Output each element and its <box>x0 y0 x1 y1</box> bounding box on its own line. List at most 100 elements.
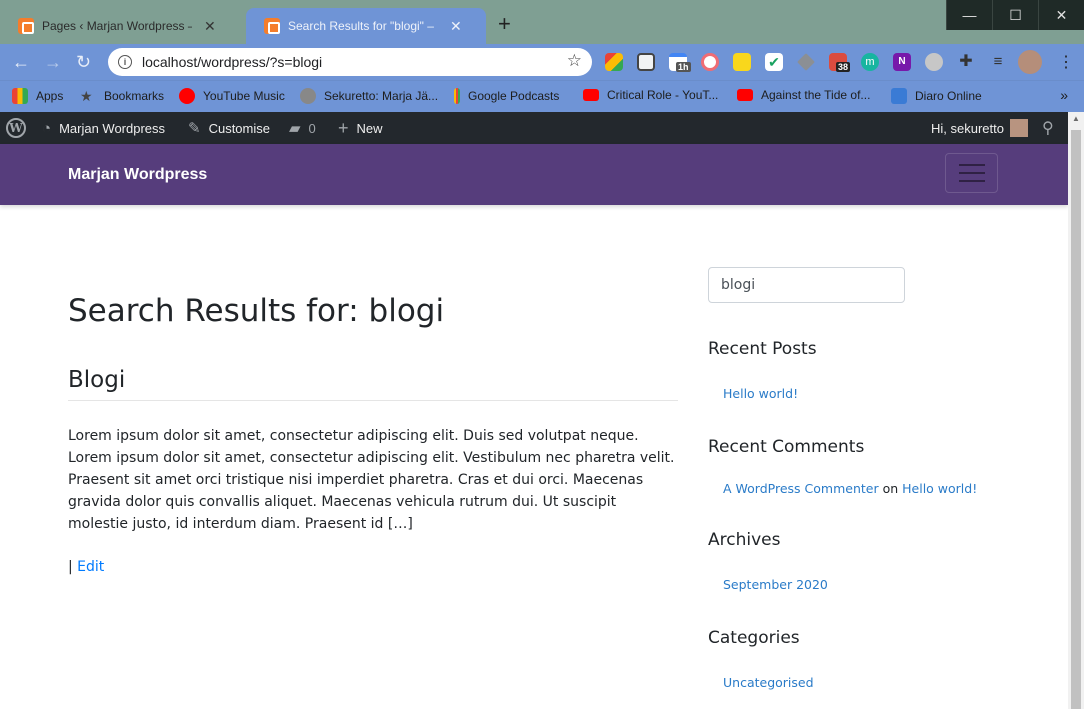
maximize-button[interactable]: ☐ <box>992 0 1038 30</box>
admin-my-account[interactable]: Hi, sekuretto <box>931 112 1028 144</box>
meta-separator: | <box>68 559 78 575</box>
profile-avatar[interactable] <box>1018 50 1042 74</box>
address-bar[interactable]: i localhost/wordpress/?s=blogi ☆ <box>108 48 592 76</box>
new-tab-button[interactable]: + <box>498 13 511 35</box>
window-close-button[interactable]: ✕ <box>1038 0 1084 30</box>
bookmark-label: Against the Tide of... <box>761 88 871 102</box>
comment-post-link[interactable]: Hello world! <box>902 481 977 496</box>
chrome-menu-icon[interactable]: ⋮ <box>1058 52 1074 72</box>
comment-author-link[interactable]: A WordPress Commenter <box>723 481 879 496</box>
location-extension-icon[interactable] <box>637 53 655 71</box>
google-apps-extension-icon[interactable] <box>605 53 623 71</box>
todoist-badge: 38 <box>836 62 851 72</box>
page-scrollbar[interactable]: ▲ <box>1068 112 1084 709</box>
brush-icon: ✎ <box>188 120 201 137</box>
browser-tab-search-results[interactable]: Search Results for "blogi" – Marja ✕ <box>246 8 486 44</box>
archive-link[interactable]: September 2020 <box>723 577 828 592</box>
admin-new[interactable]: + New <box>338 112 383 144</box>
calendar-badge: 1h <box>676 62 691 72</box>
scroll-up-arrow-icon[interactable]: ▲ <box>1072 114 1080 123</box>
sidebar-search-input[interactable]: blogi <box>708 267 905 303</box>
minimize-button[interactable]: — <box>946 0 992 30</box>
bookmark-label: Critical Role - YouT... <box>607 88 719 102</box>
post-title-link[interactable]: Blogi <box>68 367 125 393</box>
comments-count: 0 <box>308 120 316 136</box>
admin-search[interactable]: ⚲ <box>1042 112 1062 144</box>
star-icon: ★ <box>80 88 93 104</box>
address-url[interactable]: localhost/wordpress/?s=blogi <box>142 54 322 70</box>
onenote-extension-icon[interactable]: N <box>893 53 911 71</box>
scrollbar-thumb[interactable] <box>1071 130 1081 709</box>
post-meta: | Edit <box>68 559 104 575</box>
recent-posts-heading: Recent Posts <box>708 339 817 359</box>
tab-close-icon[interactable]: ✕ <box>204 18 216 35</box>
admin-site-name[interactable]: ◔ Marjan Wordpress <box>42 112 165 144</box>
bookmark-star-icon[interactable]: ☆ <box>567 51 582 71</box>
admin-customise-label: Customise <box>208 120 270 136</box>
comment-on-text: on <box>878 481 903 496</box>
tab-close-icon[interactable]: ✕ <box>450 18 462 35</box>
bookmark-diaro-online[interactable]: Diaro Online <box>891 88 982 104</box>
post-title-divider <box>68 400 678 401</box>
bookmark-label: Apps <box>36 89 64 103</box>
bookmark-google-podcasts[interactable]: Google Podcasts <box>454 88 559 104</box>
extensions-puzzle-icon[interactable]: ✚ <box>957 53 975 71</box>
admin-new-label: New <box>356 120 383 136</box>
m-extension-icon[interactable]: m <box>861 53 879 71</box>
browser-toolbar: ← → ↻ i localhost/wordpress/?s=blogi ☆ 1… <box>0 44 1084 80</box>
bookmark-against-the-tide[interactable]: Against the Tide of... <box>737 88 870 102</box>
record-extension-icon[interactable] <box>701 53 719 71</box>
wp-logo-menu[interactable]: W <box>6 112 26 144</box>
sticky-extension-icon[interactable] <box>733 53 751 71</box>
archives-heading: Archives <box>708 530 781 550</box>
site-info-icon[interactable]: i <box>118 55 132 69</box>
apps-grid-icon <box>12 88 28 104</box>
navbar-toggler-button[interactable] <box>945 153 998 193</box>
tab-title: Pages ‹ Marjan Wordpress — Wo <box>42 19 192 33</box>
edit-post-link[interactable]: Edit <box>77 559 104 575</box>
wp-admin-bar: W ◔ Marjan Wordpress ✎ Customise ▰ 0 + N… <box>0 112 1068 144</box>
admin-site-name-label: Marjan Wordpress <box>59 120 166 136</box>
bookmark-label: Diaro Online <box>915 89 982 103</box>
bookmark-label: YouTube Music <box>203 89 285 103</box>
drive-extension-icon[interactable] <box>797 53 815 71</box>
youtube-icon <box>737 89 753 101</box>
shield-extension-icon[interactable] <box>925 53 943 71</box>
bookmark-bookmarks[interactable]: ★ Bookmarks <box>80 88 164 104</box>
forward-arrow-icon[interactable]: → <box>44 52 62 72</box>
recent-comment-item: A WordPress Commenter on Hello world! <box>723 481 977 496</box>
google-podcasts-icon <box>454 88 460 104</box>
bookmark-sekuretto[interactable]: Sekuretto: Marja Jä... <box>300 88 438 104</box>
admin-comments[interactable]: ▰ 0 <box>289 112 316 144</box>
globe-icon <box>300 88 316 104</box>
admin-customise[interactable]: ✎ Customise <box>188 112 270 144</box>
bookmark-apps[interactable]: Apps <box>12 88 63 104</box>
post-excerpt: Lorem ipsum dolor sit amet, consectetur … <box>68 428 675 532</box>
admin-greeting: Hi, sekuretto <box>931 120 1004 136</box>
bookmark-critical-role[interactable]: Critical Role - YouT... <box>583 88 718 102</box>
bookmarks-overflow-button[interactable]: » <box>1060 87 1068 103</box>
back-arrow-icon[interactable]: ← <box>12 52 30 72</box>
wordpress-logo-icon: W <box>6 118 26 138</box>
site-title-link[interactable]: Marjan Wordpress <box>68 166 207 184</box>
reload-icon[interactable]: ↻ <box>76 52 91 72</box>
media-controls-icon[interactable]: ≡ <box>989 53 1007 71</box>
user-avatar <box>1009 119 1028 137</box>
hamburger-line <box>958 180 985 182</box>
bookmark-youtube-music[interactable]: YouTube Music <box>179 88 285 104</box>
bookmark-label: Sekuretto: Marja Jä... <box>324 89 439 103</box>
checkmark-extension-icon[interactable]: ✔ <box>765 53 783 71</box>
youtube-music-icon <box>179 88 195 104</box>
recent-post-link[interactable]: Hello world! <box>723 386 798 401</box>
hamburger-line <box>958 172 985 174</box>
plus-icon: + <box>338 117 349 138</box>
search-icon: ⚲ <box>1042 120 1054 137</box>
browser-tab-pages[interactable]: Pages ‹ Marjan Wordpress — Wo ✕ <box>0 8 246 44</box>
comment-bubble-icon: ▰ <box>289 120 301 137</box>
hamburger-line <box>958 164 985 166</box>
category-link[interactable]: Uncategorised <box>723 675 814 690</box>
recent-comments-heading: Recent Comments <box>708 437 865 457</box>
site-header: Marjan Wordpress <box>0 144 1068 205</box>
bookmark-label: Google Podcasts <box>468 89 560 103</box>
xampp-favicon-icon <box>18 18 34 34</box>
